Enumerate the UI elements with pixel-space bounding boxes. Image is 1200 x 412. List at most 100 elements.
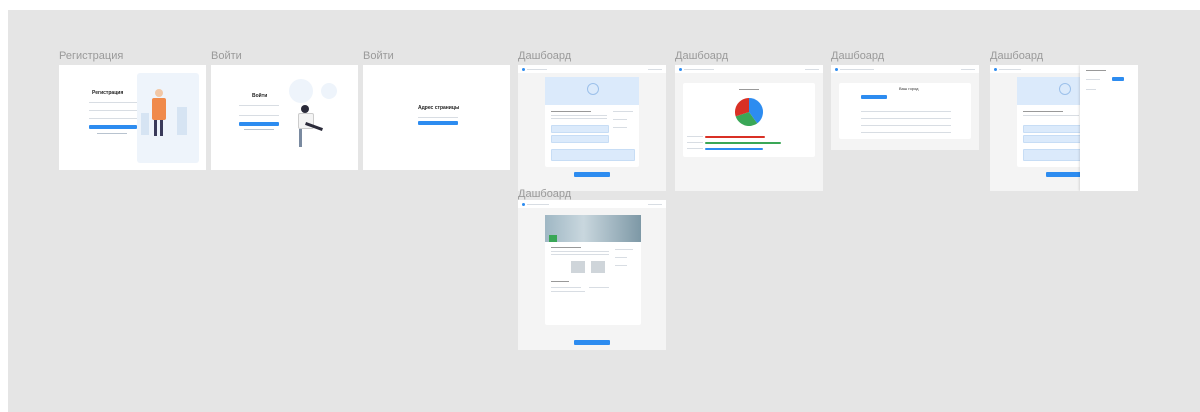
top-nav	[675, 65, 823, 73]
login-email-field[interactable]	[239, 105, 279, 106]
building-icon	[141, 113, 149, 135]
user-menu[interactable]	[961, 69, 975, 70]
primary-button[interactable]	[574, 172, 610, 177]
side-panel	[1080, 65, 1138, 191]
card-text	[551, 115, 607, 116]
section-row	[551, 291, 585, 292]
nav-dot-icon	[522, 203, 525, 206]
bar-label	[687, 148, 703, 149]
primary-button[interactable]	[1046, 172, 1082, 177]
design-canvas[interactable]: Регистрация Регистрация Войти Войти Войт…	[8, 10, 1200, 412]
bar-green	[705, 142, 781, 144]
side-info	[613, 127, 627, 128]
post-text	[551, 251, 609, 252]
login-link[interactable]	[97, 133, 127, 134]
city-heading: Ваш город	[899, 86, 919, 91]
table-row	[861, 132, 951, 133]
frame-registration[interactable]: Регистрация	[59, 65, 206, 170]
page-address-field[interactable]	[418, 117, 458, 118]
frame-dashboard-4[interactable]	[990, 65, 1138, 191]
person-leg-icon	[154, 120, 157, 136]
login-heading: Войти	[252, 93, 268, 99]
card-text	[551, 118, 607, 119]
frame-dashboard-1[interactable]	[518, 65, 666, 191]
pale-button[interactable]	[551, 125, 609, 133]
nav-link[interactable]	[999, 69, 1021, 70]
side-panel-button[interactable]	[1112, 77, 1124, 81]
side-panel-field[interactable]	[1086, 89, 1096, 90]
login-illustration	[281, 75, 351, 155]
password-field[interactable]	[89, 118, 137, 119]
side-info	[615, 265, 627, 266]
frame-page-address[interactable]: Адрес страницы	[363, 65, 510, 170]
nav-link[interactable]	[527, 69, 547, 70]
city-card: Ваш город	[839, 83, 971, 139]
page-address-button[interactable]	[418, 121, 458, 125]
frame-title-login: Войти	[211, 50, 242, 62]
registration-illustration	[137, 73, 199, 163]
nav-link[interactable]	[527, 204, 549, 205]
person-body-icon	[152, 98, 166, 120]
city-button[interactable]	[861, 95, 887, 99]
pale-button[interactable]	[1023, 135, 1081, 143]
frame-title-dashboard-3: Дашбоард	[831, 50, 885, 62]
login-password-field[interactable]	[239, 115, 279, 116]
card-text	[1023, 115, 1079, 116]
forgot-password-link[interactable]	[244, 129, 274, 130]
dashboard-card	[545, 77, 639, 167]
cover-photo	[545, 215, 641, 242]
nav-link[interactable]	[684, 69, 714, 70]
top-nav	[831, 65, 979, 73]
side-info	[613, 119, 627, 120]
frame-dashboard-3[interactable]: Ваш город	[831, 65, 979, 150]
frame-dashboard-5[interactable]	[518, 200, 666, 350]
bar-label	[687, 142, 703, 143]
gallery-image[interactable]	[571, 261, 585, 273]
person-leg-icon	[160, 120, 163, 136]
table-row	[861, 111, 951, 112]
side-info	[613, 111, 633, 112]
nav-dot-icon	[994, 68, 997, 71]
chair-icon	[299, 129, 302, 147]
badge-icon	[549, 235, 557, 242]
nav-link[interactable]	[840, 69, 874, 70]
login-button[interactable]	[239, 122, 279, 126]
frame-dashboard-2[interactable]	[675, 65, 823, 191]
pale-button[interactable]	[1023, 125, 1081, 133]
frame-title-page-address: Войти	[363, 50, 394, 62]
pie-chart	[735, 98, 763, 126]
chart-card	[683, 83, 815, 157]
nav-dot-icon	[522, 68, 525, 71]
pale-button-wide[interactable]	[551, 149, 635, 161]
image-icon	[1059, 83, 1071, 95]
top-nav	[518, 65, 666, 73]
page-address-heading: Адрес страницы	[418, 105, 460, 111]
frame-login[interactable]: Войти	[211, 65, 358, 170]
user-menu[interactable]	[648, 204, 662, 205]
card-title	[551, 111, 591, 112]
bubble-icon	[289, 79, 313, 103]
side-info	[615, 257, 627, 258]
frame-title-dashboard-1: Дашбоард	[518, 50, 572, 62]
user-menu[interactable]	[648, 69, 662, 70]
side-panel-field[interactable]	[1086, 79, 1100, 80]
frame-title-dashboard-4: Дашбоард	[990, 50, 1044, 62]
post-title	[551, 247, 581, 248]
side-info	[615, 249, 633, 250]
pale-button[interactable]	[551, 135, 609, 143]
section-row	[589, 287, 609, 288]
post-card	[545, 215, 641, 325]
post-text	[551, 254, 609, 255]
table-row	[861, 125, 951, 126]
frame-title-registration: Регистрация	[59, 50, 124, 62]
gallery-image[interactable]	[591, 261, 605, 273]
primary-button[interactable]	[574, 340, 610, 345]
image-icon	[587, 83, 599, 95]
name-field[interactable]	[89, 102, 137, 103]
nav-dot-icon	[679, 68, 682, 71]
register-button[interactable]	[89, 125, 137, 129]
user-menu[interactable]	[805, 69, 819, 70]
cover-image-placeholder	[545, 77, 639, 105]
email-field[interactable]	[89, 110, 137, 111]
frame-title-dashboard-2: Дашбоард	[675, 50, 729, 62]
